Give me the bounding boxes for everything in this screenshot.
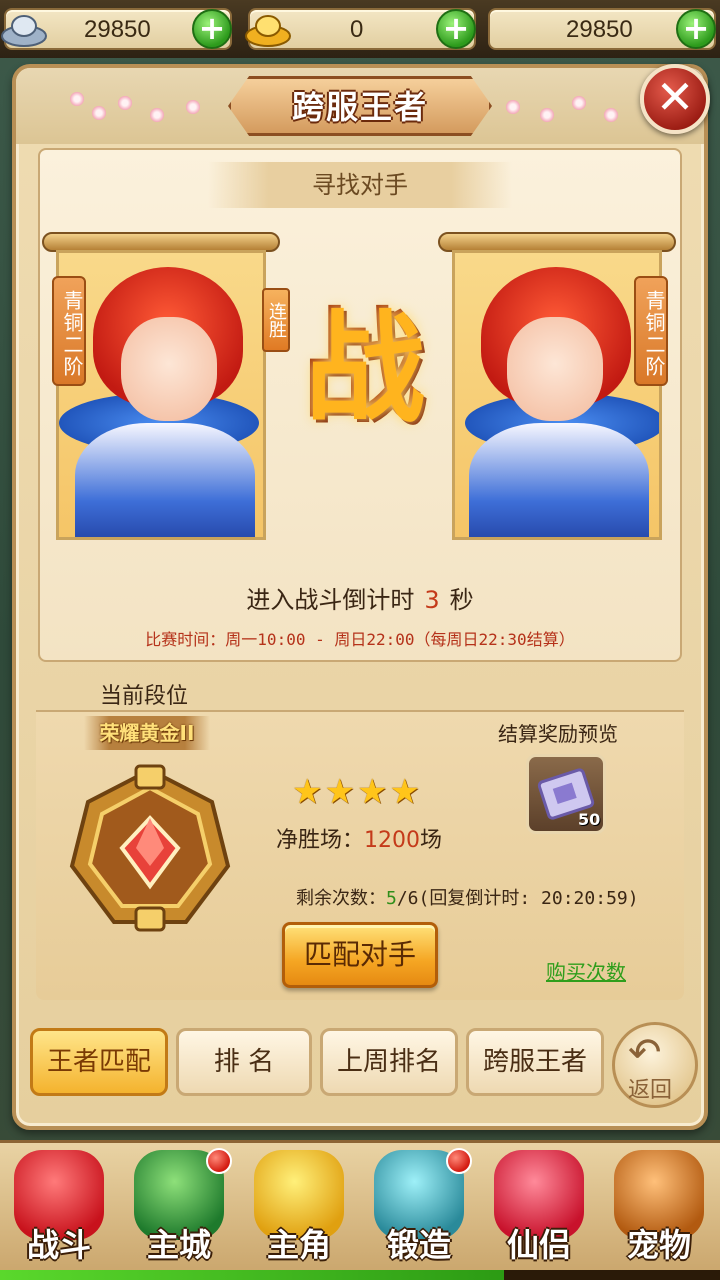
panel-title: 跨服王者: [291, 88, 428, 126]
star-icon: ★: [389, 772, 422, 812]
currency-bar: 29850 + 0 + 29850 +: [0, 0, 720, 58]
blossom-decor: [150, 108, 164, 122]
close-icon: ✕: [655, 70, 695, 124]
back-arrow-icon: ↶: [628, 1030, 662, 1076]
tab-cross-server-king[interactable]: 跨服王者: [466, 1028, 604, 1096]
player-rank-tag: 青铜二阶: [52, 276, 86, 386]
remain-total: /6: [396, 888, 419, 909]
tier-stars: ★★★★: [292, 772, 422, 812]
find-opponent-banner: 寻找对手: [208, 162, 512, 208]
reward-count: 50: [578, 810, 601, 829]
blossom-decor: [540, 108, 554, 122]
gold-value: 0: [350, 16, 364, 43]
nav-main-city[interactable]: 主城: [124, 1148, 234, 1270]
battle-countdown: 进入战斗倒计时 3 秒: [38, 580, 682, 615]
remain-timer: (回复倒计时: 20:20:59): [418, 888, 639, 909]
opponent-rank-tag: 青铜二阶: [634, 276, 668, 386]
add-third-button[interactable]: +: [676, 9, 716, 49]
silver-value: 29850: [84, 16, 151, 43]
blossom-decor: [506, 100, 520, 114]
blossom-decor: [70, 92, 84, 106]
third-value: 29850: [566, 16, 633, 43]
net-wins-unit: 场: [420, 828, 443, 853]
net-wins-value: 1200: [364, 828, 421, 853]
star-icon: ★: [324, 772, 357, 812]
hero-face: [507, 317, 603, 421]
star-icon: ★: [356, 772, 390, 812]
notification-dot: [446, 1148, 472, 1174]
silver-ingot-icon: [1, 15, 47, 47]
nav-forge[interactable]: 锻造: [364, 1148, 474, 1270]
win-streak-tag: 连胜: [262, 288, 290, 352]
scroll-rod: [42, 232, 280, 252]
blossom-decor: [604, 108, 618, 122]
reward-preview-label: 结算奖励预览: [498, 722, 618, 746]
countdown-value: 3: [424, 586, 440, 614]
nav-battle[interactable]: 战斗: [4, 1150, 114, 1270]
tab-last-week-ranking[interactable]: 上周排名: [320, 1028, 458, 1096]
gold-ingot-icon: [245, 15, 291, 47]
player-portrait[interactable]: [56, 250, 266, 540]
gold-tier-badge-icon: [69, 764, 231, 932]
remain-label: 剩余次数：: [296, 888, 386, 909]
blossom-decor: [92, 106, 106, 120]
tier-name: 荣耀黄金II: [84, 716, 210, 750]
countdown-suffix: 秒: [449, 586, 474, 614]
net-wins-label: 净胜场：: [276, 828, 365, 853]
tab-ranking[interactable]: 排 名: [176, 1028, 312, 1096]
notification-dot: [206, 1148, 232, 1174]
add-silver-button[interactable]: +: [192, 9, 232, 49]
current-rank-title: 当前段位: [100, 684, 189, 709]
nav-label: 主角: [266, 1226, 331, 1264]
tab-king-match[interactable]: 王者匹配: [30, 1028, 168, 1096]
experience-bar: [0, 1270, 720, 1280]
hero-body: [469, 423, 649, 537]
nav-label: 锻造: [386, 1226, 451, 1264]
remain-value: 5: [386, 888, 397, 909]
star-icon: ★: [292, 772, 325, 812]
close-button[interactable]: ✕: [640, 64, 710, 134]
silver-currency: 29850 +: [1, 8, 232, 50]
experience-fill: [0, 1270, 504, 1280]
nav-label: 仙侣: [506, 1226, 571, 1264]
opponent-portrait[interactable]: [452, 250, 662, 540]
nav-label: 主城: [146, 1226, 211, 1264]
nav-pet[interactable]: 宠物: [604, 1150, 714, 1270]
match-schedule: 比赛时间：周一10:00 - 周日22:00（每周日22:30结算）: [145, 630, 575, 649]
nav-partner[interactable]: 仙侣: [484, 1150, 594, 1270]
nav-label: 宠物: [626, 1226, 691, 1264]
blossom-decor: [572, 96, 586, 110]
vs-glyph: 战: [305, 300, 425, 439]
nav-label: 战斗: [26, 1226, 91, 1264]
countdown-prefix: 进入战斗倒计时: [246, 586, 415, 614]
blossom-decor: [186, 100, 200, 114]
scroll-rod: [438, 232, 676, 252]
net-wins: 净胜场：1200场: [276, 822, 442, 854]
match-opponent-button[interactable]: 匹配对手: [282, 922, 438, 988]
blossom-decor: [118, 96, 132, 110]
buy-attempts-link[interactable]: 购买次数: [546, 956, 626, 985]
add-gold-button[interactable]: +: [436, 9, 476, 49]
back-label: 返回: [628, 1078, 673, 1103]
third-currency: 29850 +: [488, 8, 716, 50]
remaining-attempts: 剩余次数：5/6(回复倒计时: 20:20:59): [296, 884, 639, 910]
hero-body: [75, 423, 255, 537]
gold-currency: 0 +: [245, 8, 476, 50]
nav-hero[interactable]: 主角: [244, 1150, 354, 1270]
hero-face: [121, 317, 217, 421]
